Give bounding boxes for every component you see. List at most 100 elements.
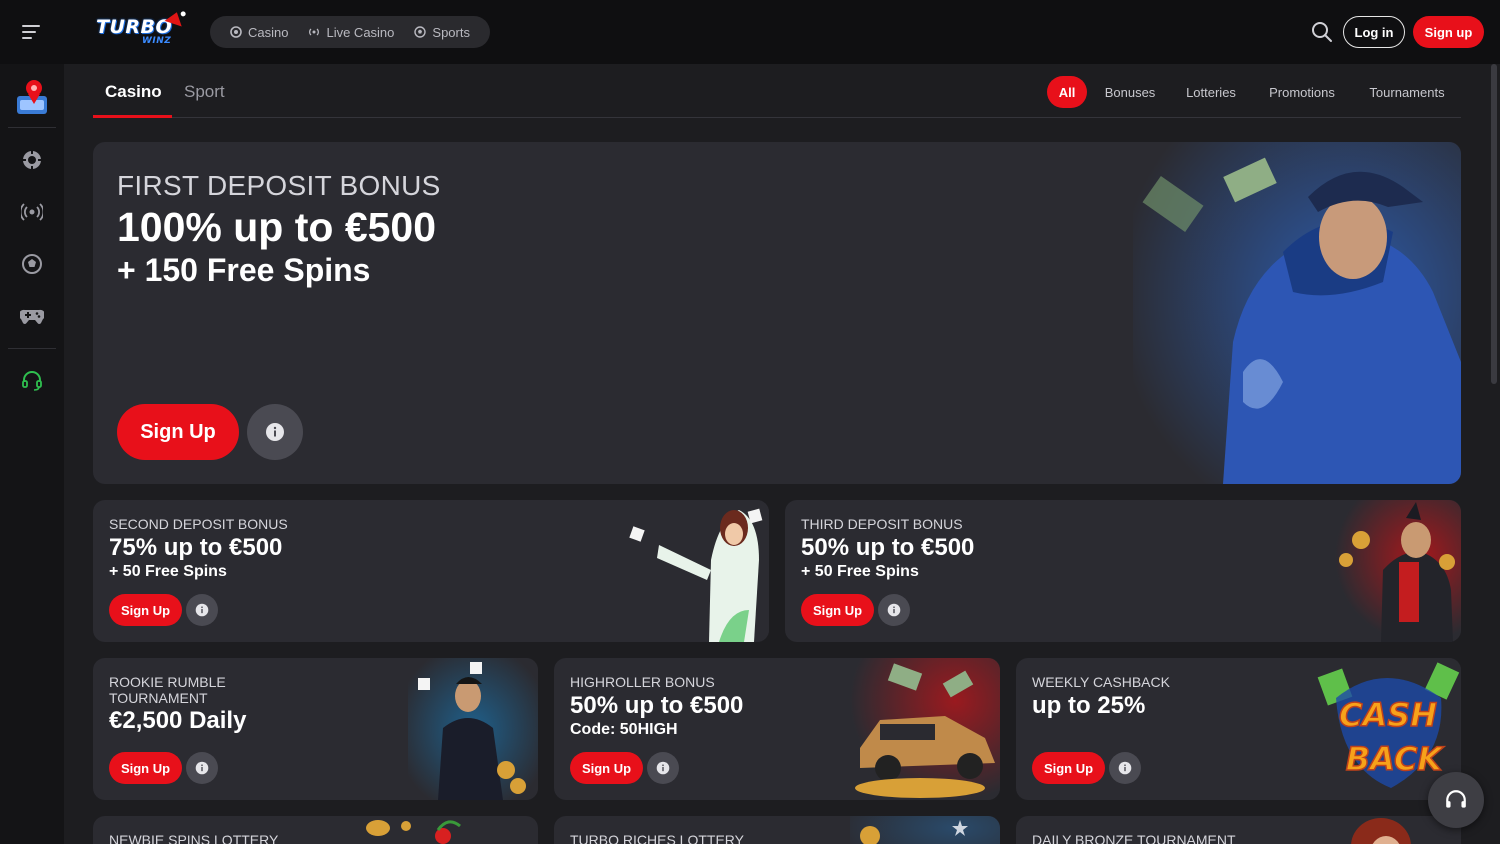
- card-kicker: DAILY BRONZE TOURNAMENT: [1032, 832, 1236, 844]
- svg-text:BACK: BACK: [1346, 740, 1445, 778]
- stars-coins-illustration: [850, 816, 1000, 844]
- promo-card: HIGHROLLER BONUS 50% up to €500 Code: 50…: [554, 658, 1000, 800]
- casino-chip-icon: [22, 150, 42, 170]
- card-info-button[interactable]: [878, 594, 910, 626]
- sidebar-divider: [8, 348, 56, 349]
- logo-subtext: WINZ: [142, 36, 172, 46]
- nav-casino-label: Casino: [248, 24, 289, 40]
- dice-girl-illustration: [619, 500, 769, 642]
- card-kicker: WEEKLY CASHBACK: [1032, 674, 1170, 690]
- card-info-button[interactable]: [1109, 752, 1141, 784]
- gold-car-illustration: [850, 658, 1000, 800]
- hero-kicker: FIRST DEPOSIT BONUS: [117, 170, 441, 201]
- card-kicker-line: ROOKIE RUMBLE: [109, 674, 226, 690]
- card-kicker-line: TOURNAMENT: [109, 690, 208, 706]
- broadcast-icon: [309, 28, 320, 36]
- nav-live-casino[interactable]: Live Casino: [298, 25, 404, 40]
- card-title: up to 25%: [1032, 692, 1146, 719]
- logo[interactable]: TURBO WINZ: [96, 9, 194, 48]
- support-chat-button[interactable]: [1428, 772, 1484, 828]
- card-kicker: SECOND DEPOSIT BONUS: [109, 516, 288, 532]
- info-icon: [887, 603, 901, 617]
- card-title: 75% up to €500: [109, 534, 283, 561]
- hero-info-button[interactable]: [247, 404, 303, 460]
- hero-title: 100% up to €500: [117, 204, 437, 250]
- logo-text: TURBO: [96, 16, 173, 38]
- card-kicker: TURBO RICHES LOTTERY: [570, 832, 744, 844]
- sidebar: [0, 64, 64, 844]
- sidebar-item-casino[interactable]: [20, 148, 44, 172]
- info-icon: [195, 603, 209, 617]
- soccer-ball-icon: [22, 254, 42, 274]
- promo-card: ROOKIE RUMBLE TOURNAMENT €2,500 Daily Si…: [93, 658, 538, 800]
- nav-sports[interactable]: Sports: [404, 25, 480, 40]
- hero-promo-card: FIRST DEPOSIT BONUS 100% up to €500 + 15…: [93, 142, 1461, 484]
- broadcast-icon: [21, 203, 43, 221]
- sidebar-item-support[interactable]: [20, 368, 44, 392]
- gamepad-icon: [20, 309, 44, 325]
- active-tab-indicator: [93, 115, 172, 118]
- card-title: €2,500 Daily: [109, 707, 247, 734]
- svg-text:CASH: CASH: [1339, 696, 1437, 734]
- promo-card: THIRD DEPOSIT BONUS 50% up to €500 + 50 …: [785, 500, 1461, 642]
- top-header: TURBO WINZ Casino Live Casino Sports Log…: [0, 0, 1500, 64]
- menu-icon[interactable]: [22, 25, 40, 39]
- info-icon: [656, 761, 670, 775]
- card-signup-button[interactable]: Sign Up: [109, 752, 182, 784]
- login-button[interactable]: Log in: [1343, 16, 1405, 48]
- sidebar-item-sports[interactable]: [20, 252, 44, 276]
- filter-lotteries[interactable]: Lotteries: [1177, 76, 1245, 108]
- sidebar-item-games[interactable]: [20, 304, 44, 328]
- info-icon: [1118, 761, 1132, 775]
- promo-card: NEWBIE SPINS LOTTERY: [93, 816, 538, 844]
- hero-signup-button[interactable]: Sign Up: [117, 404, 239, 460]
- hero-subtitle: + 150 Free Spins: [117, 252, 371, 288]
- section-tabs: Casino Sport All Bonuses Lotteries Promo…: [93, 64, 1461, 118]
- card-title: 50% up to €500: [801, 534, 975, 561]
- dice-man-illustration: [408, 658, 538, 800]
- card-signup-button[interactable]: Sign Up: [1032, 752, 1105, 784]
- page-scrollbar[interactable]: [1491, 64, 1497, 384]
- tab-sport[interactable]: Sport: [184, 82, 225, 102]
- promo-card: TURBO RICHES LOTTERY: [554, 816, 1000, 844]
- promo-card: SECOND DEPOSIT BONUS 75% up to €500 + 50…: [93, 500, 769, 642]
- filter-tournaments[interactable]: Tournaments: [1359, 76, 1455, 108]
- card-info-button[interactable]: [647, 752, 679, 784]
- card-subtitle: + 50 Free Spins: [109, 563, 227, 580]
- filter-bonuses[interactable]: Bonuses: [1097, 76, 1163, 108]
- info-icon: [266, 423, 284, 441]
- headset-icon: [22, 371, 42, 391]
- filter-all[interactable]: All: [1047, 76, 1087, 108]
- card-signup-button[interactable]: Sign Up: [109, 594, 182, 626]
- soccer-ball-icon: [414, 26, 427, 38]
- card-subtitle: + 50 Free Spins: [801, 563, 919, 580]
- signup-button[interactable]: Sign up: [1413, 16, 1484, 48]
- nav-live-casino-label: Live Casino: [326, 24, 395, 40]
- promo-card: WEEKLY CASHBACK up to 25% Sign Up CASH B…: [1016, 658, 1461, 800]
- promo-card: DAILY BRONZE TOURNAMENT: [1016, 816, 1461, 844]
- card-kicker: THIRD DEPOSIT BONUS: [801, 516, 963, 532]
- punk-character-illustration: [1321, 500, 1461, 642]
- fruit-illustration: [366, 820, 461, 844]
- sidebar-item-live-casino[interactable]: [20, 200, 44, 224]
- card-kicker: HIGHROLLER BONUS: [570, 674, 715, 690]
- card-kicker: NEWBIE SPINS LOTTERY: [109, 832, 279, 844]
- nav-sports-label: Sports: [432, 24, 470, 40]
- card-kicker: ROOKIE RUMBLE TOURNAMENT: [109, 674, 226, 706]
- search-icon[interactable]: [1311, 21, 1333, 43]
- card-signup-button[interactable]: Sign Up: [570, 752, 643, 784]
- card-info-button[interactable]: [186, 752, 218, 784]
- filter-promotions[interactable]: Promotions: [1259, 76, 1345, 108]
- casino-chip-icon: [230, 26, 242, 38]
- top-nav: Casino Live Casino Sports: [210, 16, 490, 48]
- card-info-button[interactable]: [186, 594, 218, 626]
- card-title: 50% up to €500: [570, 692, 744, 719]
- card-signup-button[interactable]: Sign Up: [801, 594, 874, 626]
- hero-character-illustration: [1133, 142, 1461, 484]
- tab-casino[interactable]: Casino: [105, 82, 162, 102]
- card-subtitle: Code: 50HIGH: [570, 721, 678, 738]
- headset-icon: [1446, 790, 1466, 808]
- info-icon: [195, 761, 209, 775]
- nav-casino[interactable]: Casino: [220, 25, 298, 40]
- promotions-icon[interactable]: [14, 78, 50, 116]
